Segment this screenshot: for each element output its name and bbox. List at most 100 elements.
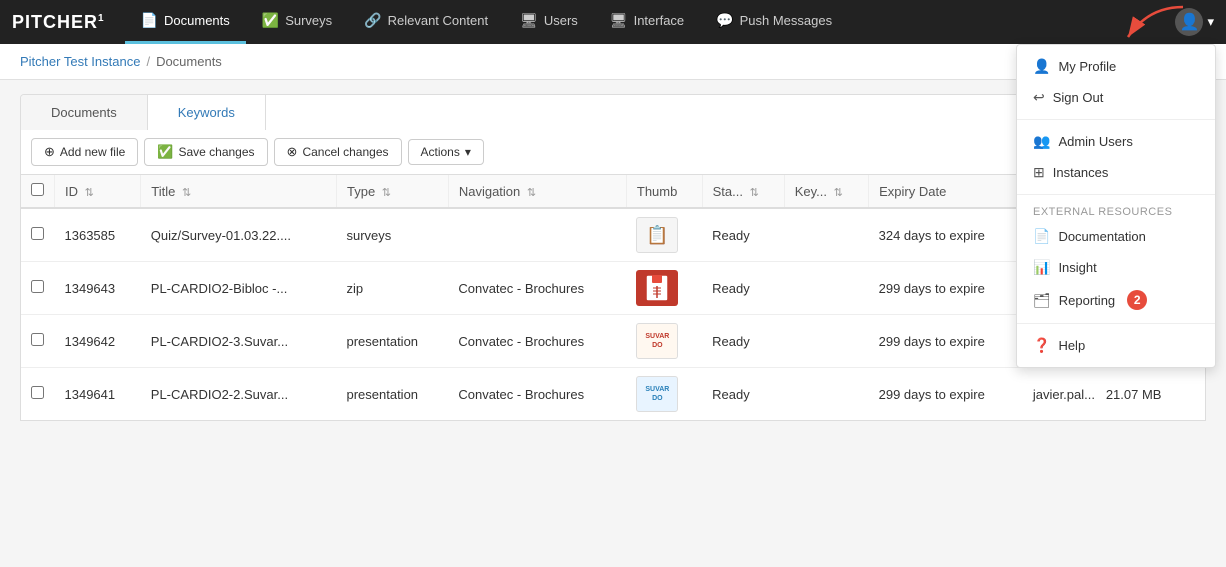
col-keywords[interactable]: Key... ⇅ [784, 175, 868, 208]
dropdown-sign-out[interactable]: ↩ Sign Out [1017, 82, 1215, 113]
app-logo: PITCHER1 [12, 12, 105, 33]
row-thumb: SUVARDO [626, 368, 702, 421]
select-all-checkbox[interactable] [31, 183, 44, 196]
dropdown-admin-users[interactable]: 👥 Admin Users [1017, 126, 1215, 157]
reporting-badge: 2 [1127, 290, 1147, 310]
row-navigation: Convatec - Brochures [448, 315, 626, 368]
cancel-changes-button[interactable]: ⊗ Cancel changes [274, 138, 402, 166]
nav-items: 📄 Documents ✅ Surveys 🔗 Relevant Content… [125, 0, 1176, 44]
row-expiry: 324 days to expire [869, 208, 1023, 262]
row-keywords [784, 208, 868, 262]
documents-icon: 📄 [141, 12, 158, 29]
dropdown-documentation[interactable]: 📄 Documentation [1017, 221, 1215, 252]
cancel-label: Cancel changes [302, 145, 388, 159]
save-icon: ✅ [157, 144, 173, 160]
row-title: PL-CARDIO2-3.Suvar... [141, 315, 337, 368]
my-profile-label: My Profile [1058, 59, 1116, 74]
sign-out-label: Sign Out [1053, 90, 1104, 105]
nav-users-label: Users [544, 13, 578, 28]
row-navigation: Convatec - Brochures [448, 262, 626, 315]
avatar-icon: 👤 [1180, 12, 1200, 32]
col-title[interactable]: Title ⇅ [141, 175, 337, 208]
row-keywords [784, 315, 868, 368]
nav-push-messages[interactable]: 💬 Push Messages [700, 0, 848, 44]
thumbnail-zip [636, 270, 678, 306]
row-id: 1349642 [55, 315, 141, 368]
cancel-icon: ⊗ [287, 144, 298, 160]
row-id: 1363585 [55, 208, 141, 262]
tab-documents[interactable]: Documents [21, 95, 148, 130]
row-expiry: 299 days to expire [869, 262, 1023, 315]
dropdown-reporting[interactable]: 🗂 Reporting 2 [1017, 283, 1215, 317]
nav-users[interactable]: 🖥 Users [504, 0, 594, 44]
thumbnail-survey: 📋 [636, 217, 678, 253]
nav-relevant-content[interactable]: 🔗 Relevant Content [348, 0, 504, 44]
row-checkbox[interactable] [31, 227, 44, 240]
documentation-label: Documentation [1058, 229, 1145, 244]
breadcrumb-instance[interactable]: Pitcher Test Instance [20, 54, 140, 69]
row-type: presentation [336, 368, 448, 421]
user-menu-trigger[interactable]: 👤 ▾ [1175, 8, 1214, 36]
help-label: Help [1058, 338, 1085, 353]
actions-button[interactable]: Actions ▾ [408, 139, 484, 165]
row-title: PL-CARDIO2-Bibloc -... [141, 262, 337, 315]
dropdown-insight[interactable]: 📊 Insight [1017, 252, 1215, 283]
tab-documents-label: Documents [51, 105, 117, 120]
row-thumb [626, 262, 702, 315]
add-label: Add new file [60, 145, 125, 159]
row-keywords [784, 262, 868, 315]
row-title: Quiz/Survey-01.03.22.... [141, 208, 337, 262]
row-navigation: Convatec - Brochures [448, 368, 626, 421]
breadcrumb-current: Documents [156, 54, 222, 69]
nav-documents[interactable]: 📄 Documents [125, 0, 246, 44]
nav-surveys[interactable]: ✅ Surveys [246, 0, 348, 44]
instances-label: Instances [1053, 165, 1109, 180]
dropdown-help[interactable]: ❓ Help [1017, 330, 1215, 361]
row-checkbox[interactable] [31, 280, 44, 293]
row-title: PL-CARDIO2-2.Suvar... [141, 368, 337, 421]
dropdown-section-external: External Resources 📄 Documentation 📊 Ins… [1017, 195, 1215, 324]
nav-interface[interactable]: 🖥 Interface [594, 0, 700, 44]
row-status: Ready [702, 368, 784, 421]
reporting-icon: 🗂 [1033, 292, 1051, 309]
row-thumb: SUVARDO [626, 315, 702, 368]
profile-icon: 👤 [1033, 58, 1050, 75]
dropdown-my-profile[interactable]: 👤 My Profile [1017, 51, 1215, 82]
row-id: 1349641 [55, 368, 141, 421]
actions-label: Actions [421, 145, 460, 159]
nav-interface-label: Interface [634, 13, 685, 28]
external-resources-label: External Resources [1017, 201, 1215, 221]
row-type: presentation [336, 315, 448, 368]
user-dropdown-arrow: ▾ [1207, 14, 1214, 30]
avatar: 👤 [1175, 8, 1203, 36]
col-navigation[interactable]: Navigation ⇅ [448, 175, 626, 208]
add-icon: ⊕ [44, 144, 55, 160]
navbar: PITCHER1 📄 Documents ✅ Surveys 🔗 Relevan… [0, 0, 1226, 44]
admin-users-label: Admin Users [1058, 134, 1132, 149]
users-icon: 🖥 [520, 12, 538, 29]
actions-caret: ▾ [465, 145, 471, 159]
row-checkbox[interactable] [31, 386, 44, 399]
col-type[interactable]: Type ⇅ [336, 175, 448, 208]
row-checkbox[interactable] [31, 333, 44, 346]
row-checkbox-cell [21, 262, 55, 315]
save-changes-button[interactable]: ✅ Save changes [144, 138, 267, 166]
row-size: 21.07 MB [1106, 387, 1162, 402]
dropdown-instances[interactable]: ⊞ Instances [1017, 157, 1215, 188]
col-thumb: Thumb [626, 175, 702, 208]
row-keywords [784, 368, 868, 421]
dropdown-section-admin: 👥 Admin Users ⊞ Instances [1017, 120, 1215, 195]
col-status[interactable]: Sta... ⇅ [702, 175, 784, 208]
row-status: Ready [702, 315, 784, 368]
tab-keywords[interactable]: Keywords [148, 95, 266, 130]
save-label: Save changes [178, 145, 254, 159]
documentation-icon: 📄 [1033, 228, 1050, 245]
instances-icon: ⊞ [1033, 164, 1045, 181]
admin-users-icon: 👥 [1033, 133, 1050, 150]
row-type: surveys [336, 208, 448, 262]
add-new-file-button[interactable]: ⊕ Add new file [31, 138, 138, 166]
row-checkbox-cell [21, 315, 55, 368]
logo-sup: 1 [98, 13, 105, 24]
row-checkbox-cell [21, 368, 55, 421]
col-id[interactable]: ID ⇅ [55, 175, 141, 208]
